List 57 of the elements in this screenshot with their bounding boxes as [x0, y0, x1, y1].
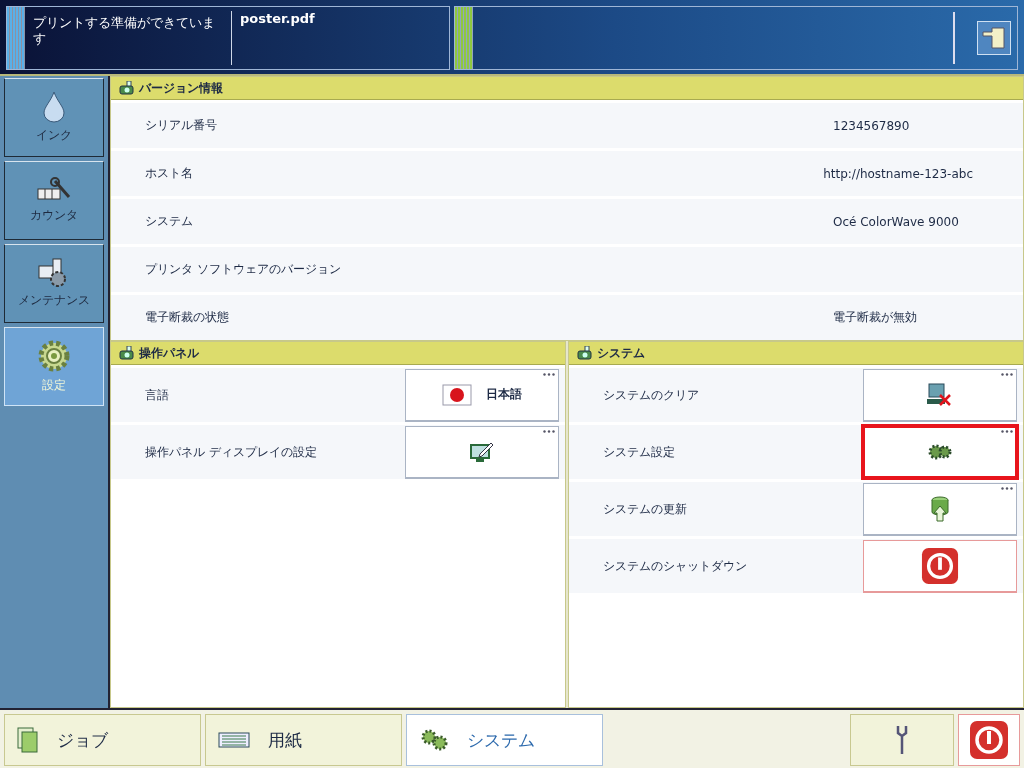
gears-icon	[927, 442, 953, 461]
paper-stack-icon	[218, 732, 250, 748]
panel-icon	[119, 81, 135, 95]
setting-label: 操作パネル ディスプレイの設定	[145, 443, 318, 461]
computer-x-icon	[926, 382, 954, 407]
more-dots-icon	[1001, 429, 1013, 433]
info-value: Océ ColorWave 9000	[833, 214, 960, 229]
info-label: ホスト名	[145, 165, 194, 182]
more-dots-icon	[1001, 372, 1013, 376]
more-dots-icon	[1001, 486, 1013, 490]
setting-button[interactable]	[863, 482, 1017, 536]
panel-title: システム	[597, 344, 645, 362]
settings-gear-icon	[37, 339, 71, 373]
more-dots-icon	[543, 372, 555, 376]
door-button[interactable]	[977, 21, 1011, 55]
status-stripe	[7, 7, 25, 69]
info-label: シリアル番号	[145, 117, 218, 134]
power-icon	[921, 546, 959, 585]
wrench-icon	[895, 725, 909, 755]
setting-label: システムのシャットダウン	[603, 557, 748, 575]
ink-drop-icon	[43, 91, 65, 123]
counter-wrench-icon	[37, 177, 71, 203]
status-message: プリントする準備ができています	[25, 11, 232, 65]
info-value: 1234567890	[833, 118, 911, 133]
panel-door-icon	[982, 27, 1006, 49]
flag-icon	[442, 383, 472, 406]
panel-icon	[577, 346, 593, 360]
progress-stripe	[455, 7, 473, 69]
info-label: プリンタ ソフトウェアのバージョン	[145, 261, 342, 278]
power-icon	[969, 720, 1009, 760]
setting-button[interactable]	[405, 425, 559, 479]
info-value: 電子断裁が無効	[833, 309, 918, 326]
setting-button[interactable]	[863, 539, 1017, 593]
info-value: http://hostname-123-abc	[823, 166, 973, 181]
setting-label: システムのクリア	[603, 386, 700, 404]
bottom-tab[interactable]: 用紙	[205, 714, 402, 766]
more-dots-icon	[543, 429, 555, 433]
sidebar-item[interactable]: インク	[4, 78, 104, 157]
bottom-tab[interactable]: システム	[406, 714, 603, 766]
setting-label: システムの更新	[603, 500, 688, 518]
info-label: システム	[145, 213, 194, 230]
panel-icon	[119, 346, 135, 360]
document-icon	[17, 727, 39, 753]
info-label: 電子断裁の状態	[145, 309, 230, 326]
setting-button[interactable]	[863, 368, 1017, 422]
power-button[interactable]	[958, 714, 1020, 766]
panel-title: 操作パネル	[139, 344, 199, 362]
panel-title: バージョン情報	[139, 79, 223, 97]
setting-label: システム設定	[603, 443, 676, 461]
sidebar-item[interactable]: メンテナンス	[4, 244, 104, 323]
sidebar-item[interactable]: カウンタ	[4, 161, 104, 240]
database-arrow-icon	[930, 495, 950, 522]
bottom-tab[interactable]: ジョブ	[4, 714, 201, 766]
setting-label: 言語	[145, 386, 170, 404]
file-name: poster.pdf	[239, 10, 316, 28]
gears-icon	[419, 728, 449, 752]
setting-button[interactable]: 日本語	[405, 368, 559, 422]
